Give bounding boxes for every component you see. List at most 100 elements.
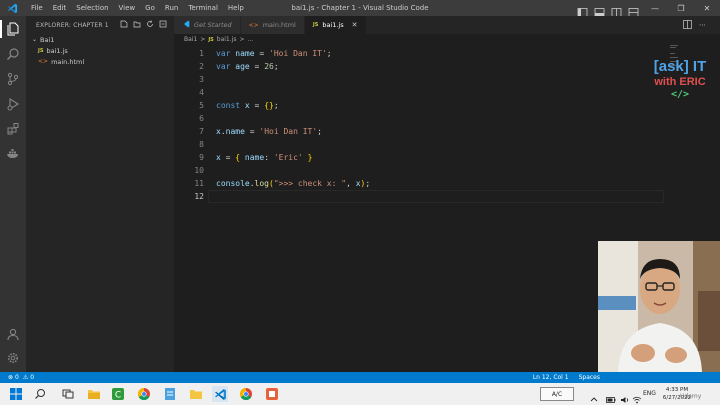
indentation[interactable]: Spaces (579, 374, 600, 381)
folder-label: Bai1 (40, 35, 55, 44)
layout-panel-icon[interactable] (594, 3, 605, 17)
menu-go[interactable]: Go (140, 4, 160, 12)
new-file-icon[interactable] (119, 19, 129, 29)
search-icon[interactable] (32, 386, 48, 402)
start-icon[interactable] (8, 386, 24, 402)
code-line[interactable]: 12 (174, 190, 664, 203)
code-line[interactable]: 5 const x = {}; (174, 99, 664, 112)
extensions-icon[interactable] (5, 121, 21, 137)
tab-bai1-js[interactable]: JS bai1.js ✕ (304, 16, 367, 34)
refresh-icon[interactable] (145, 19, 155, 29)
folder-bai1[interactable]: ⌄ Bai1 (26, 34, 174, 45)
code-token: name (240, 153, 265, 162)
close-window-button[interactable]: ✕ (694, 0, 720, 16)
close-tab-icon[interactable]: ✕ (352, 21, 358, 29)
split-editor-icon[interactable] (682, 19, 693, 30)
menu-file[interactable]: File (26, 4, 48, 12)
code-line[interactable]: 2 var age = 26; (174, 60, 664, 73)
docker-icon[interactable] (5, 146, 21, 162)
menu-selection[interactable]: Selection (71, 4, 113, 12)
code-token: = (254, 101, 265, 110)
code-line[interactable]: 9 x = { name: 'Eric' } (174, 151, 664, 164)
code-line[interactable]: 8 (174, 138, 664, 151)
menu-edit[interactable]: Edit (48, 4, 72, 12)
restore-button[interactable]: ❐ (668, 0, 694, 16)
folder-icon[interactable] (188, 386, 204, 402)
tab-main-html[interactable]: <> main.html (240, 16, 305, 34)
javascript-file-icon: JS (312, 22, 319, 28)
account-icon[interactable] (5, 326, 21, 342)
cursor-position[interactable]: Ln 12, Col 1 (533, 374, 569, 381)
code-token: ; (273, 62, 279, 71)
file-main-html[interactable]: <> main.html (26, 56, 174, 67)
status-bar: ⊗ 0 ⚠ 0 Ln 12, Col 1 Spaces (0, 372, 720, 383)
layout-sidebar-icon[interactable] (577, 3, 588, 17)
code-line[interactable]: 10 (174, 164, 664, 177)
breadcrumb-file[interactable]: bai1.js (217, 36, 237, 43)
webcam-overlay (598, 241, 720, 372)
source-control-icon[interactable] (5, 71, 21, 87)
minimize-button[interactable]: — (642, 0, 668, 16)
code-token: : (264, 153, 274, 162)
chrome-icon[interactable] (238, 386, 254, 402)
file-explorer-icon[interactable] (86, 386, 102, 402)
network-icon[interactable] (632, 389, 642, 405)
code-token: ">>> check x: " (273, 179, 347, 188)
explorer-sidebar: EXPLORER: CHAPTER 1 ⌄ Bai1 JS bai1.js <>… (26, 16, 174, 372)
search-icon[interactable] (5, 46, 21, 62)
volume-icon[interactable] (620, 389, 630, 405)
input-language[interactable]: ENG (643, 390, 656, 397)
menu-help[interactable]: Help (223, 4, 249, 12)
menu-view[interactable]: View (114, 4, 141, 12)
layout-split-icon[interactable] (611, 3, 622, 17)
title-bar: File Edit Selection View Go Run Terminal… (0, 0, 720, 17)
file-label: main.html (51, 57, 85, 66)
task-view-icon[interactable] (60, 386, 76, 402)
code-line[interactable]: 4 (174, 86, 664, 99)
code-token: 'Hoi Dan IT' (259, 127, 318, 136)
problems-indicator[interactable]: ⊗ 0 ⚠ 0 (0, 374, 34, 381)
javascript-file-icon: JS (38, 47, 44, 54)
menu-terminal[interactable]: Terminal (183, 4, 223, 12)
explorer-header: EXPLORER: CHAPTER 1 (26, 16, 174, 34)
more-actions-icon[interactable]: ⋯ (697, 19, 708, 30)
code-line[interactable]: 7 x.name = 'Hoi Dan IT'; (174, 125, 664, 138)
tab-get-started[interactable]: Get Started (174, 16, 241, 34)
code-token: = (244, 127, 260, 136)
presenter-video (598, 241, 720, 372)
menu-run[interactable]: Run (160, 4, 183, 12)
line-number: 5 (199, 101, 204, 110)
app-icon[interactable] (264, 386, 280, 402)
battery-icon[interactable] (606, 389, 616, 405)
explorer-icon[interactable] (5, 21, 21, 37)
code-token: 26 (264, 62, 274, 71)
code-text: const x = {}; (216, 99, 279, 112)
camtasia-icon[interactable]: C (110, 386, 126, 402)
breadcrumb-folder[interactable]: Bai1 (184, 36, 197, 43)
vscode-icon[interactable] (212, 386, 228, 402)
vscode-tab-icon (182, 20, 190, 30)
run-debug-icon[interactable] (5, 96, 21, 112)
file-bai1-js[interactable]: JS bai1.js (26, 45, 174, 56)
breadcrumb: Bai1 > JS bai1.js > ... (174, 34, 253, 45)
notepad-icon[interactable] (162, 386, 178, 402)
screen: File Edit Selection View Go Run Terminal… (0, 0, 720, 405)
line-number: 9 (199, 153, 204, 162)
collapse-all-icon[interactable] (158, 19, 168, 29)
tray-chevron-icon[interactable] (590, 389, 598, 405)
ac-toggle-button[interactable]: A/C (540, 387, 574, 401)
chrome-icon[interactable] (136, 386, 152, 402)
javascript-file-icon: JS (208, 36, 214, 43)
error-count: 0 (15, 374, 19, 381)
explorer-toolbar (116, 19, 168, 29)
code-line[interactable]: 6 (174, 112, 664, 125)
code-line[interactable]: 1 var name = 'Hoi Dan IT'; (174, 47, 664, 60)
code-line[interactable]: 3 (174, 73, 664, 86)
settings-gear-icon[interactable] (5, 350, 21, 366)
breadcrumb-tail[interactable]: ... (247, 36, 253, 43)
customize-layout-icon[interactable] (628, 3, 639, 17)
code-line[interactable]: 11 console.log(">>> check x: ", x); (174, 177, 664, 190)
new-folder-icon[interactable] (132, 19, 142, 29)
line-number: 4 (199, 88, 204, 97)
active-indicator (0, 20, 2, 38)
